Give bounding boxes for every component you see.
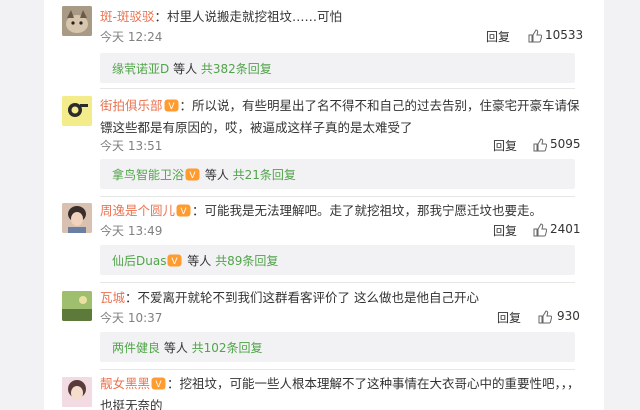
avatar[interactable]: [62, 203, 92, 233]
comment-username[interactable]: 周逸是个圆儿: [100, 203, 175, 218]
reply-count-link[interactable]: 共21条回复: [233, 168, 296, 182]
reply-thread-bar[interactable]: 两件健良 等人 共102条回复: [100, 332, 575, 362]
girl-avatar-image: [62, 377, 92, 407]
reply-count-link[interactable]: 共102条回复: [192, 341, 263, 355]
divider: [100, 282, 575, 283]
svg-text:V: V: [180, 207, 187, 217]
comment-body: 不爱离开就轮不到我们这群看客评价了 这么做也是他自己开心: [137, 290, 480, 305]
right-gutter: [604, 0, 640, 410]
thumbs-up-icon[interactable]: [528, 29, 542, 43]
reply-count-link[interactable]: 共89条回复: [215, 254, 278, 268]
comment-time: 今天 12:24: [100, 30, 163, 44]
svg-text:V: V: [155, 380, 162, 390]
vip-badge-icon: V: [164, 97, 179, 112]
cat-avatar-image: [62, 6, 92, 36]
reply-button[interactable]: 回复: [486, 28, 510, 45]
avatar[interactable]: [62, 6, 92, 36]
divider: [100, 88, 575, 89]
comment-time: 今天 10:37: [100, 311, 163, 325]
comment-username[interactable]: 街拍俱乐部: [100, 98, 163, 113]
reply-user[interactable]: 拿鸟智能卫浴: [112, 168, 184, 182]
comment-time: 今天 13:49: [100, 224, 163, 238]
reply-user[interactable]: 两件健良: [112, 341, 160, 355]
portrait-avatar-image: [62, 203, 92, 233]
comment-feed: 斑-斑驳驳：村里人说搬走就挖祖坟……可怕 今天 12:24 回复 10533 缘…: [0, 0, 640, 410]
comment-text: 斑-斑驳驳：村里人说搬走就挖祖坟……可怕: [100, 9, 343, 24]
landscape-avatar-image: [62, 291, 92, 321]
comment-username[interactable]: 瓦城: [100, 290, 125, 305]
reply-user[interactable]: 缘茕诺亚D: [112, 62, 169, 76]
reply-user[interactable]: 仙后Duas: [112, 254, 166, 268]
vip-badge-icon: V: [151, 375, 166, 390]
thumbs-up-icon[interactable]: [538, 310, 552, 324]
comment-text: 周逸是个圆儿 V ：可能我是无法理解吧。走了就挖祖坟，那我宁愿迁坟也要走。: [100, 202, 543, 218]
vip-badge-icon: V: [185, 168, 200, 181]
like-count: 5095: [550, 137, 581, 151]
reply-thread-bar[interactable]: 仙后Duas V 等人 共89条回复: [100, 245, 575, 275]
comment-body: 村里人说搬走就挖祖坟……可怕: [167, 9, 343, 24]
reply-count-link[interactable]: 共382条回复: [201, 62, 272, 76]
comment-username[interactable]: 斑-斑驳驳: [100, 9, 155, 24]
divider: [100, 369, 575, 370]
like-count: 930: [557, 309, 580, 323]
reply-thread-bar[interactable]: 拿鸟智能卫浴 V 等人 共21条回复: [100, 159, 575, 189]
svg-text:V: V: [172, 257, 179, 267]
reply-button[interactable]: 回复: [497, 309, 521, 326]
reply-button[interactable]: 回复: [493, 137, 517, 154]
comment-text: 街拍俱乐部 V ：所以说，有些明星出了名不得不和自己的过去告别，住豪宅开豪车请保镖这…: [100, 97, 580, 135]
reply-thread-bar[interactable]: 缘茕诺亚D 等人 共382条回复: [100, 53, 575, 83]
comment-text: 靓女黑黑 V ：挖祖坟，可能一些人根本理解不了这种事情在大衣哥心中的重要性吧，，，也…: [100, 373, 580, 410]
club-logo-image: [62, 96, 92, 126]
vip-badge-icon: V: [167, 254, 182, 267]
svg-text:V: V: [189, 171, 196, 181]
comment-time: 今天 13:51: [100, 139, 163, 153]
thumbs-up-icon[interactable]: [533, 223, 547, 237]
reply-button[interactable]: 回复: [493, 222, 517, 239]
thumbs-up-icon[interactable]: [533, 138, 547, 152]
comment-username[interactable]: 靓女黑黑: [100, 376, 150, 391]
comment-body: 可能我是无法理解吧。走了就挖祖坟，那我宁愿迁坟也要走。: [204, 203, 543, 218]
divider: [100, 196, 575, 197]
like-count: 2401: [550, 222, 581, 236]
avatar[interactable]: [62, 291, 92, 321]
vip-badge-icon: V: [176, 202, 191, 217]
comment-text: 瓦城：不爱离开就轮不到我们这群看客评价了 这么做也是他自己开心: [100, 290, 480, 305]
like-count: 10533: [545, 28, 584, 42]
avatar[interactable]: [62, 96, 92, 126]
svg-text:V: V: [168, 102, 175, 112]
avatar[interactable]: [62, 377, 92, 407]
